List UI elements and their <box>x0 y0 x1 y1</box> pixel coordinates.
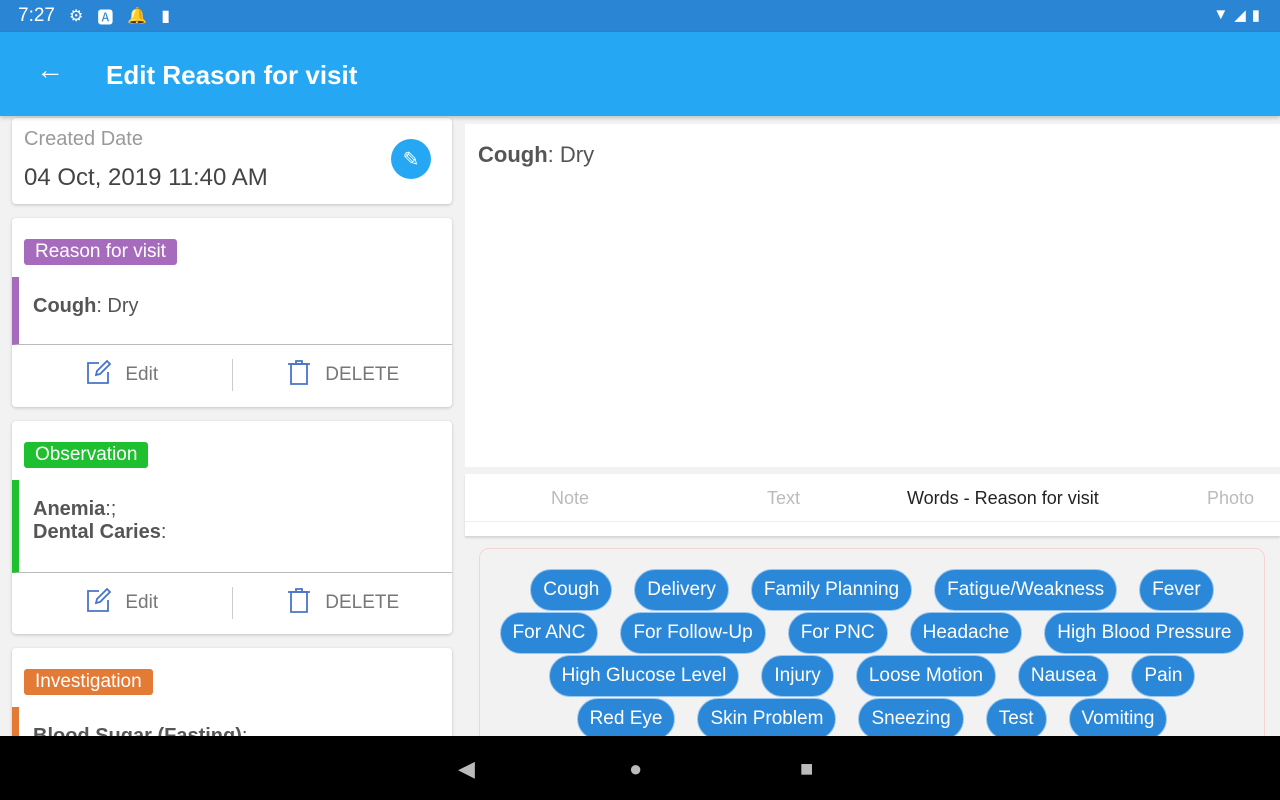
edit-button[interactable]: Edit <box>12 573 232 633</box>
clock: 7:27 <box>18 5 55 26</box>
field-key: Anemia <box>33 498 106 520</box>
word-chip[interactable]: Sneezing <box>858 698 964 740</box>
trash-icon <box>285 358 313 392</box>
card-actions: Edit DELETE <box>12 345 452 405</box>
word-chip[interactable]: Fever <box>1139 569 1214 611</box>
delete-label: DELETE <box>325 364 400 385</box>
recents-nav-icon[interactable]: ■ <box>800 756 813 782</box>
alarm-icon: 🔔 <box>127 8 148 25</box>
a-icon: 🅰 <box>97 10 114 27</box>
chip-row: For ANC For Follow-Up For PNC Headache High … <box>480 612 1264 654</box>
category-tag: Investigation <box>24 669 153 695</box>
word-chips-panel: Cough Delivery Family Planning Fatigue/Weak… <box>479 548 1265 748</box>
record-card: Reason for visit Cough: Dry Edit DELETE <box>12 218 452 407</box>
word-chip[interactable]: Family Planning <box>750 569 913 611</box>
edit-label: Edit <box>125 592 159 613</box>
preview-panel: Cough: Dry <box>465 124 1280 467</box>
edit-label: Edit <box>125 364 159 385</box>
wifi-icon: ▼ <box>1213 6 1229 23</box>
word-chip[interactable]: Cough <box>530 569 613 611</box>
word-chip[interactable]: Fatigue/Weakness <box>934 569 1118 611</box>
created-date-label: Created Date <box>24 128 143 150</box>
tab-text[interactable]: Text <box>767 488 800 509</box>
app-bar: ← Edit Reason for visit <box>0 32 1280 116</box>
tab-note[interactable]: Note <box>551 488 589 509</box>
delete-button[interactable]: DELETE <box>231 358 453 392</box>
back-nav-icon[interactable]: ◀ <box>458 756 475 782</box>
created-date-value: 04 Oct, 2019 11:40 AM <box>24 164 268 191</box>
word-chip[interactable]: Skin Problem <box>697 698 837 740</box>
word-chip[interactable]: For ANC <box>499 612 599 654</box>
word-chip[interactable]: Red Eye <box>576 698 676 740</box>
word-chip[interactable]: Pain <box>1131 655 1196 697</box>
word-chip[interactable]: Test <box>985 698 1047 740</box>
tab-bar: Note Text Words - Reason for visit Photo <box>465 474 1280 536</box>
delete-button[interactable]: DELETE <box>231 586 453 620</box>
status-bar: 7:27 ⚙ 🅰 🔔 ▮ ▼ ◢ ▮ <box>0 0 1280 32</box>
card-body: Cough: Dry <box>12 277 452 345</box>
word-chip[interactable]: Vomiting <box>1068 698 1168 740</box>
edit-icon <box>85 358 113 392</box>
edit-button[interactable]: Edit <box>12 345 232 405</box>
word-chip[interactable]: High Glucose Level <box>548 655 740 697</box>
pencil-icon: ✎ <box>402 148 420 171</box>
preview-value: : Dry <box>547 142 595 167</box>
chip-row: Cough Delivery Family Planning Fatigue/Weak… <box>480 569 1264 611</box>
word-chip[interactable]: Nausea <box>1017 655 1110 697</box>
signal-icon: ◢ <box>1234 7 1246 24</box>
word-chip[interactable]: Injury <box>761 655 834 697</box>
field-key: Cough <box>33 295 97 317</box>
tab-photo[interactable]: Photo <box>1207 488 1254 509</box>
category-tag: Reason for visit <box>24 239 177 265</box>
edit-date-button[interactable]: ✎ <box>391 139 431 179</box>
word-chip[interactable]: High Blood Pressure <box>1044 612 1245 654</box>
field-value: : Dry <box>96 295 139 317</box>
record-card: Observation Anemia:; Dental Caries: Edit … <box>12 421 452 634</box>
tab-words[interactable]: Words - Reason for visit <box>907 488 1099 509</box>
chip-row: High Glucose Level Injury Loose Motion Naus… <box>480 655 1264 697</box>
word-chip[interactable]: Delivery <box>634 569 729 611</box>
category-tag: Observation <box>24 442 149 468</box>
word-chip[interactable]: Headache <box>909 612 1023 654</box>
field-key: Dental Caries <box>33 521 161 543</box>
navigation-bar: ◀ ● ■ <box>0 736 1280 800</box>
preview-key: Cough <box>478 142 548 167</box>
field-value: :; <box>105 498 117 520</box>
edit-icon <box>85 586 113 620</box>
field-value: : <box>160 521 167 543</box>
back-arrow-icon[interactable]: ← <box>36 54 64 86</box>
card-actions: Edit DELETE <box>12 573 452 633</box>
home-nav-icon[interactable]: ● <box>629 756 642 782</box>
word-chip[interactable]: For PNC <box>787 612 888 654</box>
chip-row: Red Eye Skin Problem Sneezing Test Vomiting <box>480 698 1264 740</box>
sd-card-icon: ▮ <box>161 8 171 25</box>
trash-icon <box>285 586 313 620</box>
page-title: Edit Reason for visit <box>106 60 358 90</box>
word-chip[interactable]: Loose Motion <box>855 655 996 697</box>
created-date-card: Created Date 04 Oct, 2019 11:40 AM ✎ <box>12 118 452 204</box>
card-body: Anemia:; Dental Caries: <box>12 480 452 573</box>
gear-icon: ⚙ <box>68 8 84 25</box>
delete-label: DELETE <box>325 592 400 613</box>
word-chip[interactable]: For Follow-Up <box>620 612 766 654</box>
battery-icon: ▮ <box>1251 7 1260 24</box>
